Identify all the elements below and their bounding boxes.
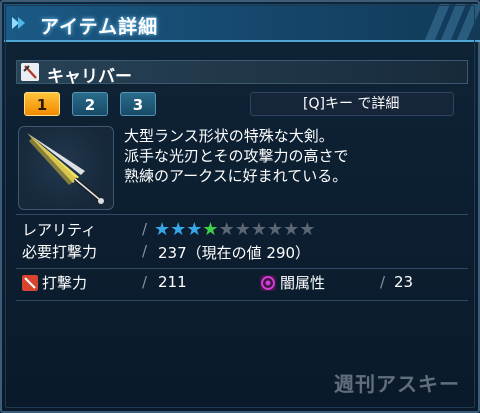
description-line: 派手な光刃とその攻撃力の高さで [124,147,349,165]
rarity-star-empty: ★ [299,219,316,240]
tab-2[interactable]: 2 [72,92,108,116]
required-attack-value: 237（現在の値 290） [158,244,311,262]
item-thumbnail [18,126,114,210]
rarity-star-filled: ★ [154,219,171,240]
window-title: アイテム詳細 [40,16,159,38]
rarity-star-empty: ★ [266,219,284,240]
rarity-star-filled: ★ [202,219,219,240]
lance-sword-icon [27,133,104,204]
title-bar: アイテム詳細 [4,4,480,42]
element-value: 23 [394,273,414,291]
rarity-star-filled: ★ [170,219,187,240]
attack-value: 211 [158,273,187,291]
separator-slash: / [142,242,148,260]
rarity-star-filled: ★ [186,219,203,240]
dark-element-icon [260,275,276,291]
separator-slash: / [142,220,148,238]
required-attack-label: 必要打撃力 [22,243,98,261]
sword-icon [21,63,39,81]
rarity-star-empty: ★ [218,219,235,240]
attack-label: 打撃力 [42,274,88,292]
title-chevron-icon [12,17,25,29]
divider [16,268,468,269]
item-description: 大型ランス形状の特殊な大剣。 派手な光刃とその攻撃力の高さで 熟練のアークスに好… [124,126,349,186]
separator-slash: / [380,273,386,291]
item-name-bar: キャリバー [16,60,468,87]
title-stripes-decoration [424,4,480,40]
rarity-star-empty: ★ [234,219,251,240]
description-line: 熟練のアークスに好まれている。 [124,167,348,185]
tab-3[interactable]: 3 [120,92,156,116]
melee-attack-icon [22,275,38,291]
detail-hint-button[interactable]: [Q]キー で詳細 [250,92,454,116]
item-detail-window: アイテム詳細 キャリバー 1 2 3 [Q]キー で詳細 大型ランス形状の特殊な… [0,0,480,413]
separator-slash: / [142,273,148,291]
rarity-star-empty: ★ [283,219,300,240]
rarity-stars: ★★★★★★★★★★ [154,219,316,240]
element-label: 闇属性 [280,274,326,292]
divider [16,214,468,215]
rarity-star-empty: ★ [250,219,267,240]
divider [16,300,468,301]
tab-1[interactable]: 1 [24,92,60,116]
item-name: キャリバー [47,67,132,87]
description-line: 大型ランス形状の特殊な大剣。 [124,127,334,145]
rarity-label: レアリティ [22,221,97,239]
watermark: 週刊アスキー [334,372,460,396]
